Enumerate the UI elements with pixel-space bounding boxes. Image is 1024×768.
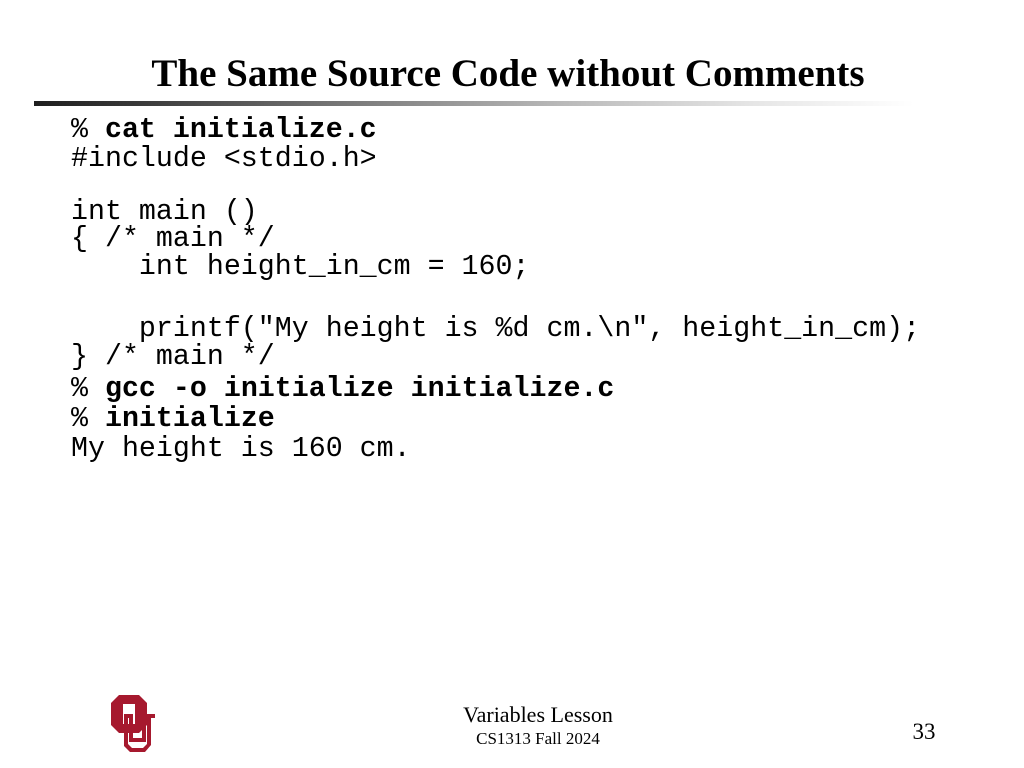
page-number: 33 xyxy=(912,719,936,744)
code-text: } /* main */ xyxy=(71,341,275,373)
slide: The Same Source Code without Comments % … xyxy=(0,0,1024,768)
code-text: #include <stdio.h> xyxy=(71,143,377,175)
shell-command: gcc -o initialize initialize.c xyxy=(104,373,615,405)
program-output: My height is 160 cm. xyxy=(71,433,411,465)
code-line: } /* main */ xyxy=(71,340,275,374)
shell-prompt: % xyxy=(71,373,105,405)
footer-course: CS1313 Fall 2024 xyxy=(476,729,600,748)
shell-prompt: % xyxy=(71,403,105,435)
code-line: % gcc -o initialize initialize.c xyxy=(71,372,614,406)
code-line: % initialize xyxy=(71,402,275,436)
code-text: int height_in_cm = 160; xyxy=(71,251,530,283)
code-line: #include <stdio.h> xyxy=(71,142,377,176)
title-divider xyxy=(34,101,914,106)
code-line: My height is 160 cm. xyxy=(71,432,411,466)
code-line: int height_in_cm = 160; xyxy=(71,250,530,284)
footer-lesson-title: Variables Lesson xyxy=(463,702,613,727)
shell-command: initialize xyxy=(104,403,275,435)
slide-title: The Same Source Code without Comments xyxy=(151,52,865,95)
